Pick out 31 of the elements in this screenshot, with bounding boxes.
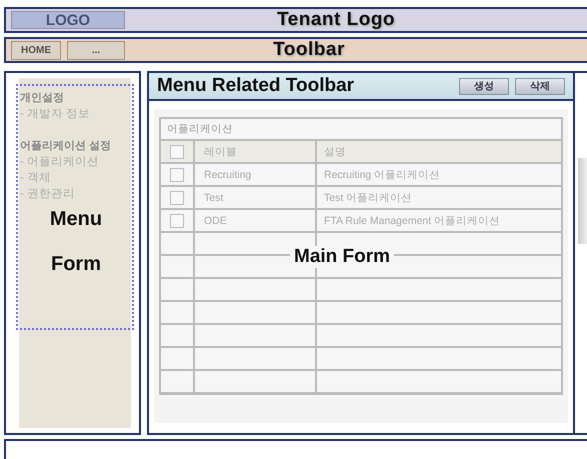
header-title: Tenant Logo	[276, 9, 396, 31]
action-button[interactable]: 삭제	[515, 78, 565, 94]
toolbar-button[interactable]: HOME	[11, 40, 61, 60]
annotation-label: Main Form	[290, 246, 394, 268]
scrollbar[interactable]	[573, 71, 587, 435]
action-button[interactable]: 생성	[459, 78, 509, 94]
menu-item[interactable]: - 객체	[20, 170, 132, 186]
column-header: 레이블	[195, 141, 317, 162]
table-cell-text: Recruiting 어플리케이션	[323, 168, 442, 182]
table-cell: Recruiting	[195, 164, 317, 185]
annotation-label: Menu	[50, 208, 102, 231]
menu-group-title[interactable]: 어플리케이션 설정	[20, 138, 132, 154]
toolbar-title: Toolbar	[272, 39, 346, 61]
checkbox[interactable]	[170, 168, 184, 182]
checkbox[interactable]	[170, 190, 184, 204]
annotation-label: Form	[51, 253, 101, 276]
main-toolbar-title: Menu Related Toolbar	[157, 75, 356, 97]
table-cell: ODE	[195, 210, 317, 231]
table-cell: Test	[195, 187, 317, 208]
menu-group-title[interactable]: 개인설정	[20, 90, 132, 106]
menu-item[interactable]: - 어플리케이션	[20, 154, 132, 170]
column-header: 설명	[323, 144, 347, 160]
checkbox[interactable]	[170, 144, 184, 158]
menu-item[interactable]: - 권한관리	[20, 186, 132, 202]
table-cell-text: FTA Rule Management 어플리케이션	[323, 214, 502, 228]
table-cell-text: Test 어플리케이션	[323, 190, 414, 206]
scrollbar-thumb[interactable]	[578, 158, 587, 244]
toolbar-button[interactable]: ...	[67, 40, 125, 60]
logo-button[interactable]: LOGO	[11, 11, 125, 29]
menu-item[interactable]: - 개발자 정보	[20, 106, 132, 122]
checkbox[interactable]	[170, 214, 184, 228]
